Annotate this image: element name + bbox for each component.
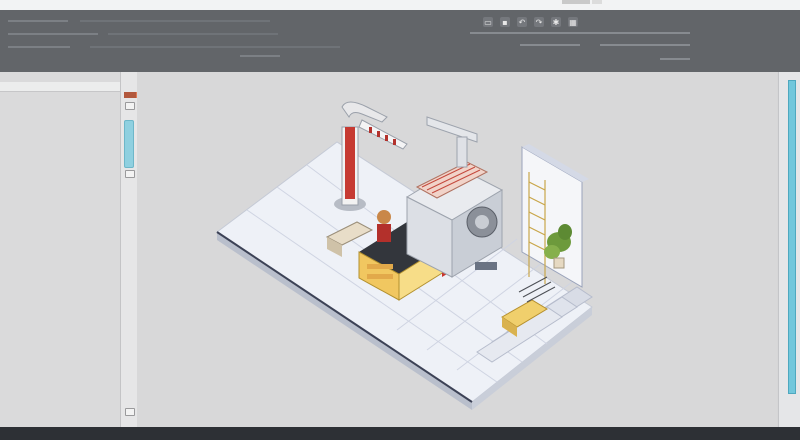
grid-icon[interactable]: ▦ (568, 17, 578, 27)
right-scrollbar[interactable] (778, 72, 800, 427)
settings-icon[interactable]: ✱ (551, 17, 561, 27)
toolbar-text-line (80, 20, 270, 22)
left-panel-header (0, 82, 120, 92)
3d-viewport[interactable] (137, 72, 777, 427)
toolbar-text-line (520, 44, 580, 46)
title-accent (562, 0, 590, 4)
left-panel (0, 72, 121, 427)
folder-icon[interactable]: ▭ (483, 17, 493, 27)
toolbar-text-line (240, 55, 280, 57)
tool-icon[interactable] (125, 408, 135, 416)
save-icon[interactable]: ▪ (500, 17, 510, 27)
isometric-scene (216, 101, 593, 410)
tool-icon[interactable] (125, 102, 135, 110)
toolbar-text-line (8, 20, 68, 22)
toolbar-text-line (90, 46, 340, 48)
toolbar-text-line (600, 44, 690, 46)
toolbar-text-line (108, 33, 278, 35)
vertical-slider[interactable] (124, 120, 134, 168)
toolbar-text-line (8, 33, 98, 35)
undo-icon[interactable]: ↶ (517, 17, 527, 27)
title-bar (0, 0, 800, 10)
toolbar-text-line (660, 58, 690, 60)
scroll-thumb[interactable] (788, 80, 796, 394)
title-accent-secondary (592, 0, 602, 4)
active-tab-handle (124, 92, 136, 98)
toolbar-text-line (470, 32, 690, 34)
redo-icon[interactable]: ↷ (534, 17, 544, 27)
status-bar (0, 427, 800, 440)
toolbar-text-line (8, 46, 70, 48)
tool-strip (121, 72, 138, 427)
tool-icon[interactable] (125, 170, 135, 178)
toolbar: ▭ ▪ ↶ ↷ ✱ ▦ (0, 10, 800, 73)
press-machine (405, 116, 504, 278)
